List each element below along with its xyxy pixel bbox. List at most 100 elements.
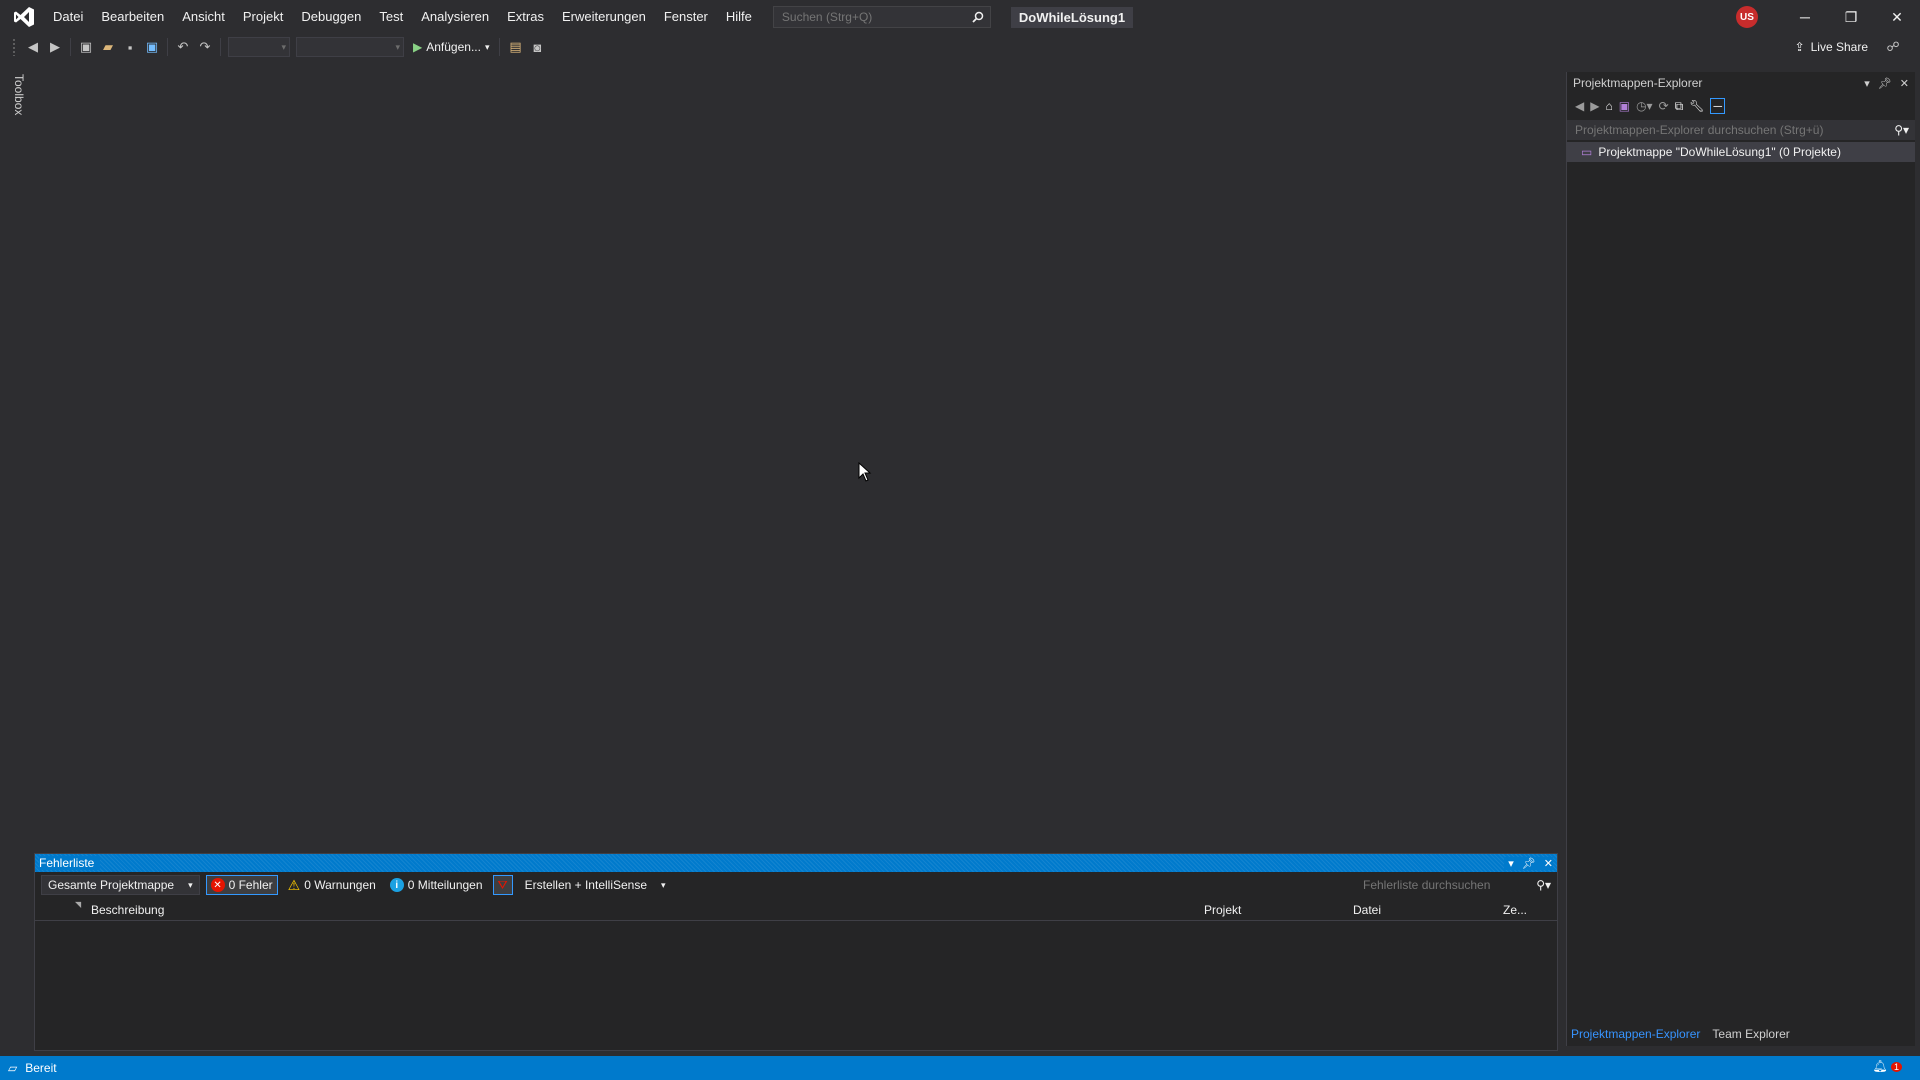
global-search-box[interactable] (772, 6, 991, 28)
error-icon: ✕ (210, 878, 225, 892)
restore-button[interactable]: ❐ (1828, 0, 1874, 34)
forward-icon[interactable]: ▶ (1590, 99, 1599, 113)
mouse-cursor-icon (858, 462, 872, 482)
panel-menu-icon[interactable]: ▾ (1864, 77, 1870, 90)
pin-icon[interactable]: 📌︎ (1522, 857, 1536, 870)
column-beschreibung[interactable]: Beschreibung (91, 903, 164, 917)
redo-icon[interactable]: ↷ (195, 36, 215, 58)
close-window-button[interactable]: ✕ (1874, 0, 1920, 34)
collapse-all-icon[interactable]: ⧉ (1675, 99, 1684, 114)
error-list-panel: Fehlerliste ▾ 📌︎ ✕ Gesamte Projektmappe … (34, 853, 1558, 1051)
menu-analysieren[interactable]: Analysieren (412, 0, 498, 34)
notifications-button[interactable]: 🔔︎ 1 (1872, 1059, 1902, 1073)
solution-explorer-tabs: Projektmappen-Explorer Team Explorer (1567, 1022, 1790, 1046)
play-icon: ▶ (413, 40, 423, 54)
title-bar: Datei Bearbeiten Ansicht Projekt Debugge… (0, 0, 1920, 34)
info-icon: i (389, 878, 404, 892)
navigate-back-icon[interactable]: ◀ (23, 36, 43, 58)
close-panel-icon[interactable]: ✕ (1544, 857, 1553, 870)
menu-bearbeiten[interactable]: Bearbeiten (92, 0, 173, 34)
solution-explorer-search-input[interactable] (1573, 122, 1877, 138)
error-list-search[interactable]: ⚲▾ (1361, 875, 1551, 895)
solution-title: DoWhileLösung1 (1010, 6, 1134, 28)
user-avatar[interactable]: US (1736, 6, 1758, 28)
search-icon[interactable]: ⚲▾ (1894, 123, 1909, 137)
menu-extras[interactable]: Extras (498, 0, 553, 34)
menu-fenster[interactable]: Fenster (655, 0, 717, 34)
sync-icon[interactable]: ⟳ (1659, 99, 1669, 113)
search-icon[interactable]: ⚲▾ (1536, 878, 1551, 892)
save-all-icon[interactable]: ▣ (142, 36, 162, 58)
messages-filter-button[interactable]: i 0 Mitteilungen (386, 875, 487, 895)
errors-filter-button[interactable]: ✕ 0 Fehler (205, 875, 278, 895)
menu-hilfe[interactable]: Hilfe (717, 0, 761, 34)
preview-icon[interactable]: ─ (1710, 98, 1725, 114)
navigate-forward-icon[interactable]: ▶ (45, 36, 65, 58)
menu-projekt[interactable]: Projekt (234, 0, 292, 34)
messages-count: 0 Mitteilungen (407, 878, 483, 892)
feedback-icon[interactable]: ☍ (1883, 36, 1903, 58)
scope-label: Gesamte Projektmappe (48, 878, 175, 892)
solution-explorer-panel: Projektmappen-Explorer ▾ 📌︎ ✕ ◀ ▶ ⌂ ▣ ◷▾… (1566, 72, 1915, 1046)
scope-dropdown[interactable]: Gesamte Projektmappe ▾ (41, 875, 200, 895)
error-list-columns: ◥ Beschreibung Projekt Datei Ze... (35, 900, 1557, 921)
chevron-down-icon: ▾ (661, 879, 666, 890)
save-icon[interactable]: ▪ (120, 36, 140, 58)
live-share-button[interactable]: ⇪ Live Share (1795, 34, 1868, 60)
status-text: Bereit (25, 1061, 57, 1075)
menu-test[interactable]: Test (370, 0, 412, 34)
column-datei[interactable]: Datei (1353, 903, 1381, 917)
source-dropdown[interactable]: Erstellen + IntelliSense ▾ (519, 875, 672, 895)
solution-explorer-search[interactable]: ⚲▾ (1567, 120, 1915, 140)
solution-explorer-toolbar: ◀ ▶ ⌂ ▣ ◷▾ ⟳ ⧉ 🔧︎ ─ (1567, 94, 1915, 118)
minimize-button[interactable]: ─ (1782, 0, 1828, 34)
properties-icon[interactable]: 🔧︎ (1689, 99, 1704, 113)
pin-icon[interactable]: 📌︎ (1878, 77, 1892, 90)
live-share-icon: ⇪ (1794, 40, 1805, 54)
solution-node[interactable]: ▭ Projektmappe "DoWhileLösung1" (0 Proje… (1567, 142, 1915, 162)
undo-icon[interactable]: ↶ (173, 36, 193, 58)
pending-changes-filter-icon[interactable]: ◷▾ (1636, 99, 1653, 113)
visual-studio-logo-icon[interactable] (12, 5, 36, 29)
editor-area (34, 62, 1562, 852)
configuration-combo[interactable]: ▾ (228, 37, 290, 57)
toolbar-grip[interactable] (12, 38, 16, 56)
chevron-down-icon: ▾ (484, 41, 490, 52)
attach-button[interactable]: ▶ Anfügen... ▾ (407, 40, 495, 54)
status-bar: ▱ Bereit 🔔︎ 1 (0, 1056, 1920, 1080)
toolbar-separator (70, 38, 71, 56)
open-folder-icon[interactable]: ▰ (98, 36, 118, 58)
column-zeile[interactable]: Ze... (1503, 903, 1527, 917)
solution-node-label: Projektmappe "DoWhileLösung1" (0 Projekt… (1598, 145, 1841, 159)
error-list-header: Fehlerliste ▾ 📌︎ ✕ (35, 854, 1557, 872)
home-icon[interactable]: ⌂ (1605, 99, 1612, 113)
menu-debuggen[interactable]: Debuggen (292, 0, 370, 34)
toolbar-separator (499, 38, 501, 56)
panel-menu-icon[interactable]: ▾ (1508, 857, 1514, 870)
toolbox-label: Toolbox (12, 74, 26, 116)
platform-combo[interactable]: ▾ (296, 37, 404, 57)
menu-ansicht[interactable]: Ansicht (173, 0, 234, 34)
menu-datei[interactable]: Datei (44, 0, 92, 34)
errors-count: 0 Fehler (228, 878, 273, 892)
error-list-toolbar: Gesamte Projektmappe ▾ ✕ 0 Fehler ⚠ 0 Wa… (35, 872, 1557, 898)
solution-icon: ▭ (1581, 145, 1593, 159)
solution-folder-icon[interactable]: ▤ (505, 36, 525, 58)
column-projekt[interactable]: Projekt (1204, 903, 1241, 917)
tab-solution-explorer[interactable]: Projektmappen-Explorer (1571, 1027, 1700, 1041)
close-panel-icon[interactable]: ✕ (1900, 77, 1909, 90)
screenshot-icon[interactable]: ◙ (527, 36, 547, 58)
status-ready: ▱ Bereit (0, 1061, 57, 1075)
new-project-icon[interactable]: ▣ (76, 36, 96, 58)
tab-team-explorer[interactable]: Team Explorer (1712, 1027, 1789, 1041)
build-filter-button[interactable]: ⛛ (492, 875, 513, 895)
search-icon[interactable] (972, 11, 984, 23)
switch-views-icon[interactable]: ▣ (1619, 99, 1630, 113)
sort-indicator-icon: ◥ (75, 900, 82, 909)
warnings-filter-button[interactable]: ⚠ 0 Warnungen (284, 875, 380, 895)
global-search-input[interactable] (779, 9, 964, 25)
toolbox-tab[interactable]: Toolbox (8, 70, 28, 130)
error-list-search-input[interactable] (1361, 877, 1525, 893)
menu-erweiterungen[interactable]: Erweiterungen (553, 0, 655, 34)
back-icon[interactable]: ◀ (1575, 99, 1584, 113)
